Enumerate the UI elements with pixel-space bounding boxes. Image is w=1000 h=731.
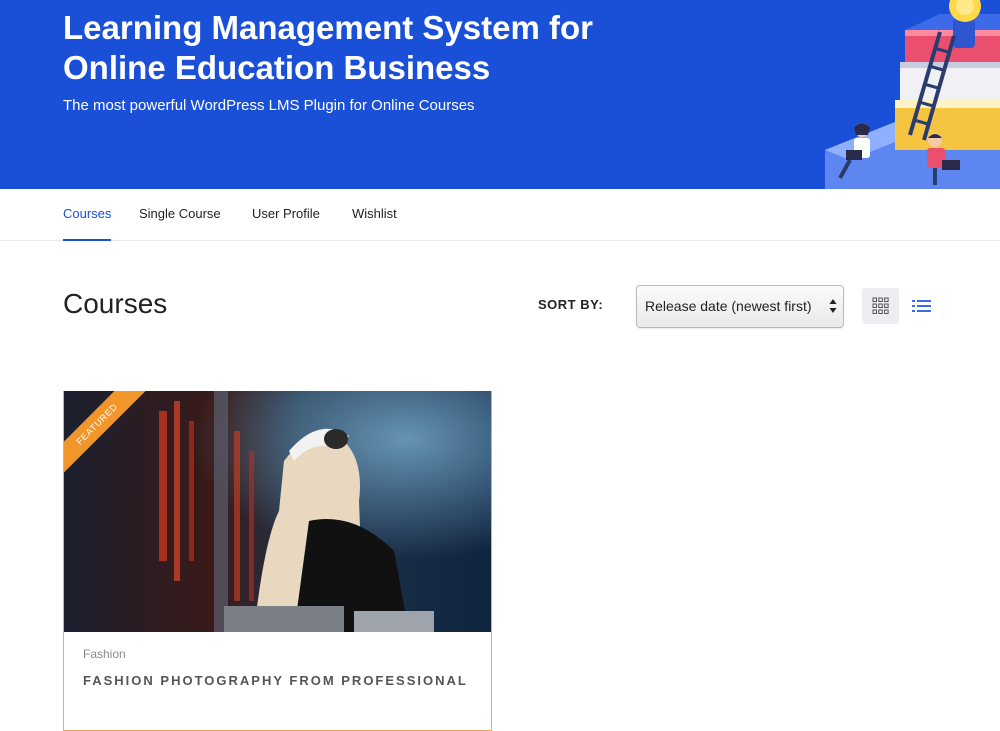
select-arrows-icon	[829, 299, 837, 313]
course-tabs: Courses Single Course User Profile Wishl…	[0, 189, 1000, 241]
tab-wishlist[interactable]: Wishlist	[352, 189, 397, 241]
grid-view-button[interactable]	[862, 288, 899, 324]
list-view-button[interactable]	[906, 288, 938, 324]
sort-selected-value: Release date (newest first)	[645, 298, 812, 314]
hero-subtitle: The most powerful WordPress LMS Plugin f…	[63, 97, 475, 114]
sort-label: SORT BY:	[538, 297, 604, 312]
tab-courses[interactable]: Courses	[63, 189, 112, 241]
course-card[interactable]: FEATURED Fashion FASHION PHOTOGRAPHY FRO…	[63, 391, 492, 731]
featured-badge-label: FEATURED	[64, 391, 151, 478]
featured-badge: FEATURED	[64, 391, 154, 481]
list-view-icon	[912, 300, 931, 312]
hero-title: Learning Management System for Online Ed…	[63, 9, 593, 86]
course-category[interactable]: Fashion	[83, 647, 126, 661]
page-title: Courses	[63, 288, 168, 319]
tab-user-profile[interactable]: User Profile	[252, 189, 320, 241]
grid-view-icon	[872, 297, 889, 314]
sort-select[interactable]: Release date (newest first)	[636, 285, 844, 328]
tab-single-course[interactable]: Single Course	[139, 189, 221, 241]
course-title[interactable]: FASHION PHOTOGRAPHY FROM PROFESSIONAL	[83, 672, 473, 690]
hero-banner: Learning Management System for Online Ed…	[0, 0, 1000, 189]
books-ladder-students-illustration	[825, 0, 1000, 189]
